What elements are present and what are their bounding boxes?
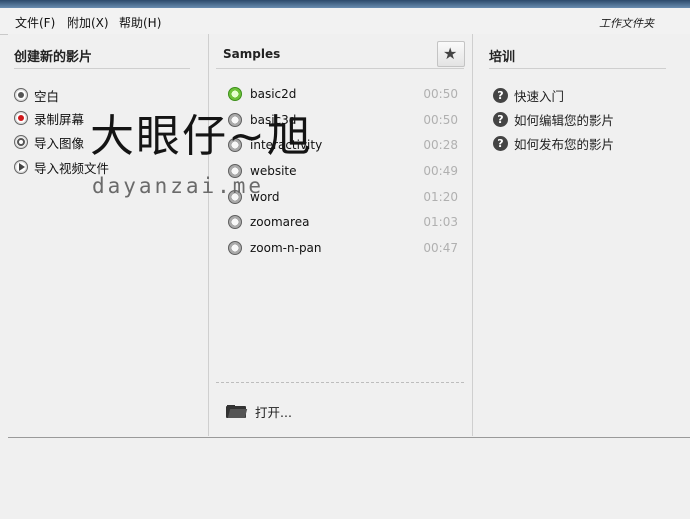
training-divider [489, 68, 666, 69]
help-icon: ? [493, 135, 508, 151]
help-icon: ? [493, 111, 508, 127]
sample-item[interactable]: zoom-n-pan 00:47 [228, 238, 458, 258]
sample-item[interactable]: website 00:49 [228, 161, 458, 181]
training-link-label: 如何发布您的影片 [514, 136, 615, 152]
import-video-icon [14, 160, 28, 174]
record-icon [14, 111, 28, 125]
create-import-image-label: 导入图像 [34, 135, 85, 151]
training-link-edit[interactable]: ? 如何编辑您的影片 [493, 109, 614, 129]
sample-name: website [250, 164, 297, 178]
sample-icon [228, 215, 242, 229]
create-movie-column: 创建新的影片 空白 录制屏幕 导入图像 导入视频文件 [8, 34, 209, 436]
training-link-label: 快速入门 [514, 88, 565, 104]
create-import-video-item[interactable]: 导入视频文件 [14, 157, 109, 177]
samples-title: Samples [223, 47, 281, 61]
sample-item[interactable]: zoomarea 01:03 [228, 212, 458, 232]
menu-bar: 文件(F) 附加(X) 帮助(H) 工作文件夹 [0, 8, 690, 35]
training-title: 培训 [489, 50, 516, 65]
menu-extras[interactable]: 附加(X) [67, 14, 109, 31]
sample-name: zoom-n-pan [250, 241, 322, 255]
sample-name: basic2d [250, 87, 297, 101]
help-icon: ? [493, 87, 508, 103]
sample-icon [228, 241, 242, 255]
menu-file[interactable]: 文件(F) [15, 14, 55, 31]
sample-item[interactable]: basic3d 00:50 [228, 110, 458, 130]
samples-divider [216, 68, 464, 69]
star-icon: ★ [443, 44, 458, 63]
sample-icon [228, 138, 242, 152]
open-label: 打开... [255, 404, 292, 420]
favorites-button[interactable]: ★ [437, 41, 465, 67]
sample-name: interactivity [250, 138, 323, 152]
menu-help[interactable]: 帮助(H) [119, 14, 161, 31]
training-link-label: 如何编辑您的影片 [514, 112, 615, 128]
sample-icon [228, 164, 242, 178]
samples-column: Samples ★ basic2d 00:50 basic3d 00:50 in… [209, 34, 473, 436]
blank-movie-icon [14, 88, 28, 102]
create-blank-item[interactable]: 空白 [14, 85, 59, 105]
create-record-label: 录制屏幕 [34, 111, 85, 127]
sample-name: basic3d [250, 113, 297, 127]
sample-duration: 00:50 [423, 113, 458, 127]
create-import-video-label: 导入视频文件 [34, 160, 110, 176]
create-movie-title: 创建新的影片 [14, 50, 93, 65]
create-record-item[interactable]: 录制屏幕 [14, 108, 84, 128]
sample-name: zoomarea [250, 215, 310, 229]
sample-name: word [250, 190, 280, 204]
sample-duration: 00:49 [423, 164, 458, 178]
bottom-panel [8, 437, 690, 519]
window-title-strip [0, 0, 690, 8]
training-link-quickstart[interactable]: ? 快速入门 [493, 85, 564, 105]
create-blank-label: 空白 [34, 88, 60, 104]
training-column: 培训 ? 快速入门 ? 如何编辑您的影片 ? 如何发布您的影片 [473, 34, 690, 436]
create-import-image-item[interactable]: 导入图像 [14, 132, 84, 152]
training-link-publish[interactable]: ? 如何发布您的影片 [493, 133, 614, 153]
start-panel: 创建新的影片 空白 录制屏幕 导入图像 导入视频文件 Samples ★ bas… [8, 34, 690, 436]
folder-icon [226, 404, 248, 418]
sample-duration: 00:28 [423, 138, 458, 152]
sample-item[interactable]: interactivity 00:28 [228, 135, 458, 155]
sample-duration: 01:20 [423, 190, 458, 204]
import-image-icon [14, 135, 28, 149]
sample-duration: 00:47 [423, 241, 458, 255]
sample-item[interactable]: word 01:20 [228, 187, 458, 207]
samples-dashed-divider [216, 382, 464, 383]
sample-active-icon [228, 87, 242, 101]
sample-icon [228, 113, 242, 127]
sample-duration: 01:03 [423, 215, 458, 229]
open-button[interactable]: 打开... [226, 401, 292, 421]
sample-duration: 00:50 [423, 87, 458, 101]
create-divider [14, 68, 190, 69]
workspace-label[interactable]: 工作文件夹 [599, 15, 654, 31]
sample-item[interactable]: basic2d 00:50 [228, 84, 458, 104]
sample-icon [228, 190, 242, 204]
